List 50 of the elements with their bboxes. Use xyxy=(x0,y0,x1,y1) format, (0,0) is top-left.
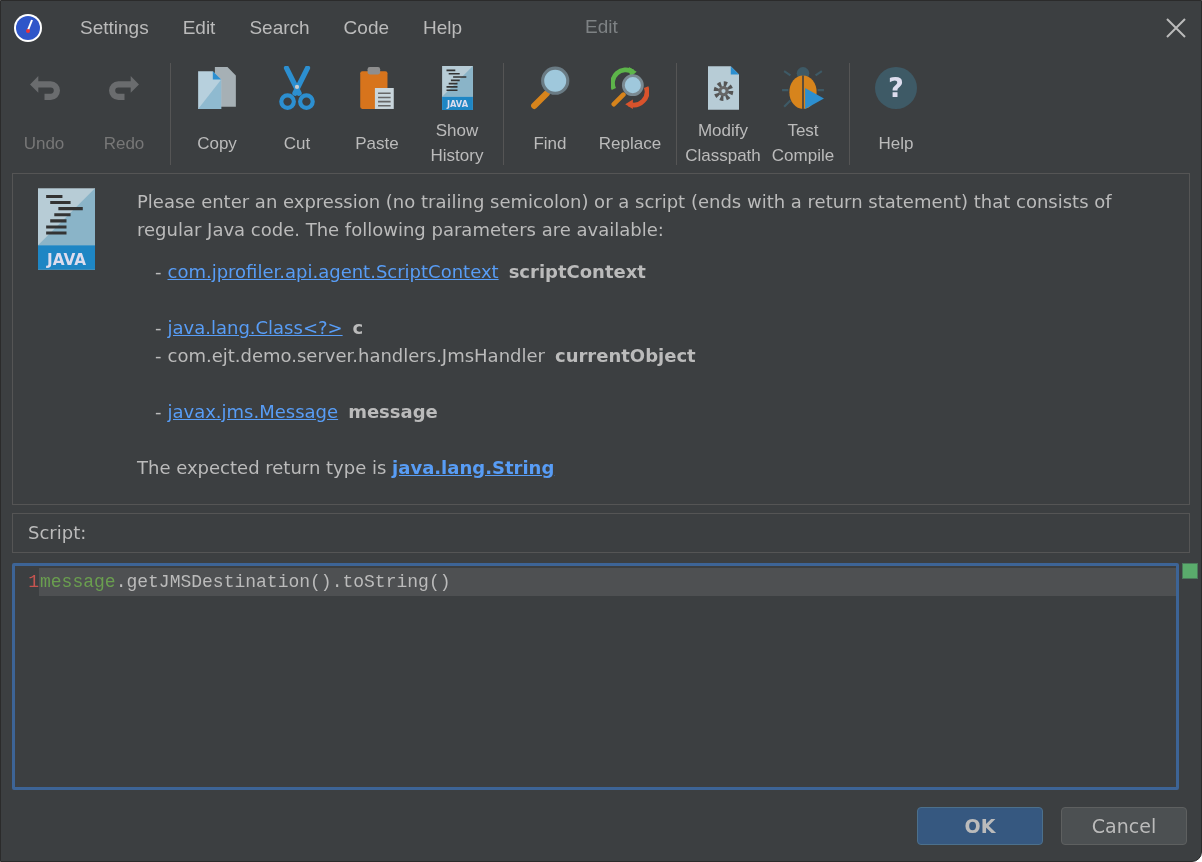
parameter-name: scriptContext xyxy=(508,260,646,284)
clipboard-icon xyxy=(359,66,395,110)
menu-item[interactable]: Edit xyxy=(165,17,233,39)
bug-play-icon xyxy=(781,66,825,110)
status-indicator xyxy=(1182,563,1198,579)
toolbar-button[interactable]: Cut xyxy=(257,55,337,171)
type-link[interactable]: javax.jms.Message xyxy=(167,398,339,426)
description-text: Please enter an expression (no trailing semicolon) or a script (ends with a return statement) that consists of regular Java code. The following parameters are available: xyxy=(137,190,1113,242)
arrow-right-icon xyxy=(108,75,140,101)
type-link[interactable]: java.lang.Class<?> xyxy=(167,314,343,342)
toolbar-button[interactable]: Find xyxy=(510,55,590,171)
menu-item[interactable]: Help xyxy=(406,17,480,39)
return-type-link[interactable]: java.lang.String xyxy=(392,457,555,478)
type-link[interactable]: com.jprofiler.api.agent.ScriptContext xyxy=(167,258,499,286)
return-type-label: The expected return type is xyxy=(137,457,388,478)
magnifier-icon xyxy=(529,66,571,110)
gear-file-icon xyxy=(707,66,739,110)
parameter-name: c xyxy=(352,316,364,340)
arrow-left-icon xyxy=(28,75,60,101)
app-logo-icon xyxy=(13,13,43,43)
code-editor[interactable]: 1message.getJMSDestination().toString() xyxy=(12,563,1179,790)
parameter-name: message xyxy=(348,400,438,424)
copy-icon xyxy=(197,66,237,110)
scissors-icon xyxy=(279,66,315,110)
java-file-icon: JAVA xyxy=(441,66,473,110)
list-dash: - xyxy=(155,400,162,424)
toolbar-button[interactable]: Paste xyxy=(337,55,417,171)
list-dash: - xyxy=(155,260,162,284)
line-number: 1 xyxy=(27,572,39,592)
list-dash: - xyxy=(155,344,162,368)
dialog-button[interactable]: OK xyxy=(917,807,1043,845)
parameter-name: currentObject xyxy=(554,344,696,368)
menu-item[interactable]: Settings xyxy=(63,17,166,39)
list-dash: - xyxy=(155,316,162,340)
magnifier-arrows-icon xyxy=(611,66,649,110)
toolbar-button[interactable]: Copy xyxy=(177,55,257,171)
toolbar-button[interactable]: ? Help xyxy=(856,55,936,171)
toolbar-button[interactable]: JAVA Show History xyxy=(417,55,497,171)
close-icon[interactable] xyxy=(1165,17,1187,39)
menu-item[interactable]: Search xyxy=(232,17,327,39)
script-label: Script: xyxy=(12,513,1190,553)
type-name: com.ejt.demo.server.handlers.JmsHandler xyxy=(167,344,545,368)
toolbar-button[interactable]: Test Compile xyxy=(763,55,843,171)
java-file-icon: JAVA xyxy=(38,188,95,270)
toolbar-button[interactable]: Modify Classpath xyxy=(683,55,763,171)
help-icon: ? xyxy=(875,67,917,109)
dialog-button[interactable]: Cancel xyxy=(1061,807,1187,845)
menu-item[interactable]: Code xyxy=(326,17,407,39)
toolbar-button[interactable]: Replace xyxy=(590,55,670,171)
window-title: Edit xyxy=(585,16,618,38)
